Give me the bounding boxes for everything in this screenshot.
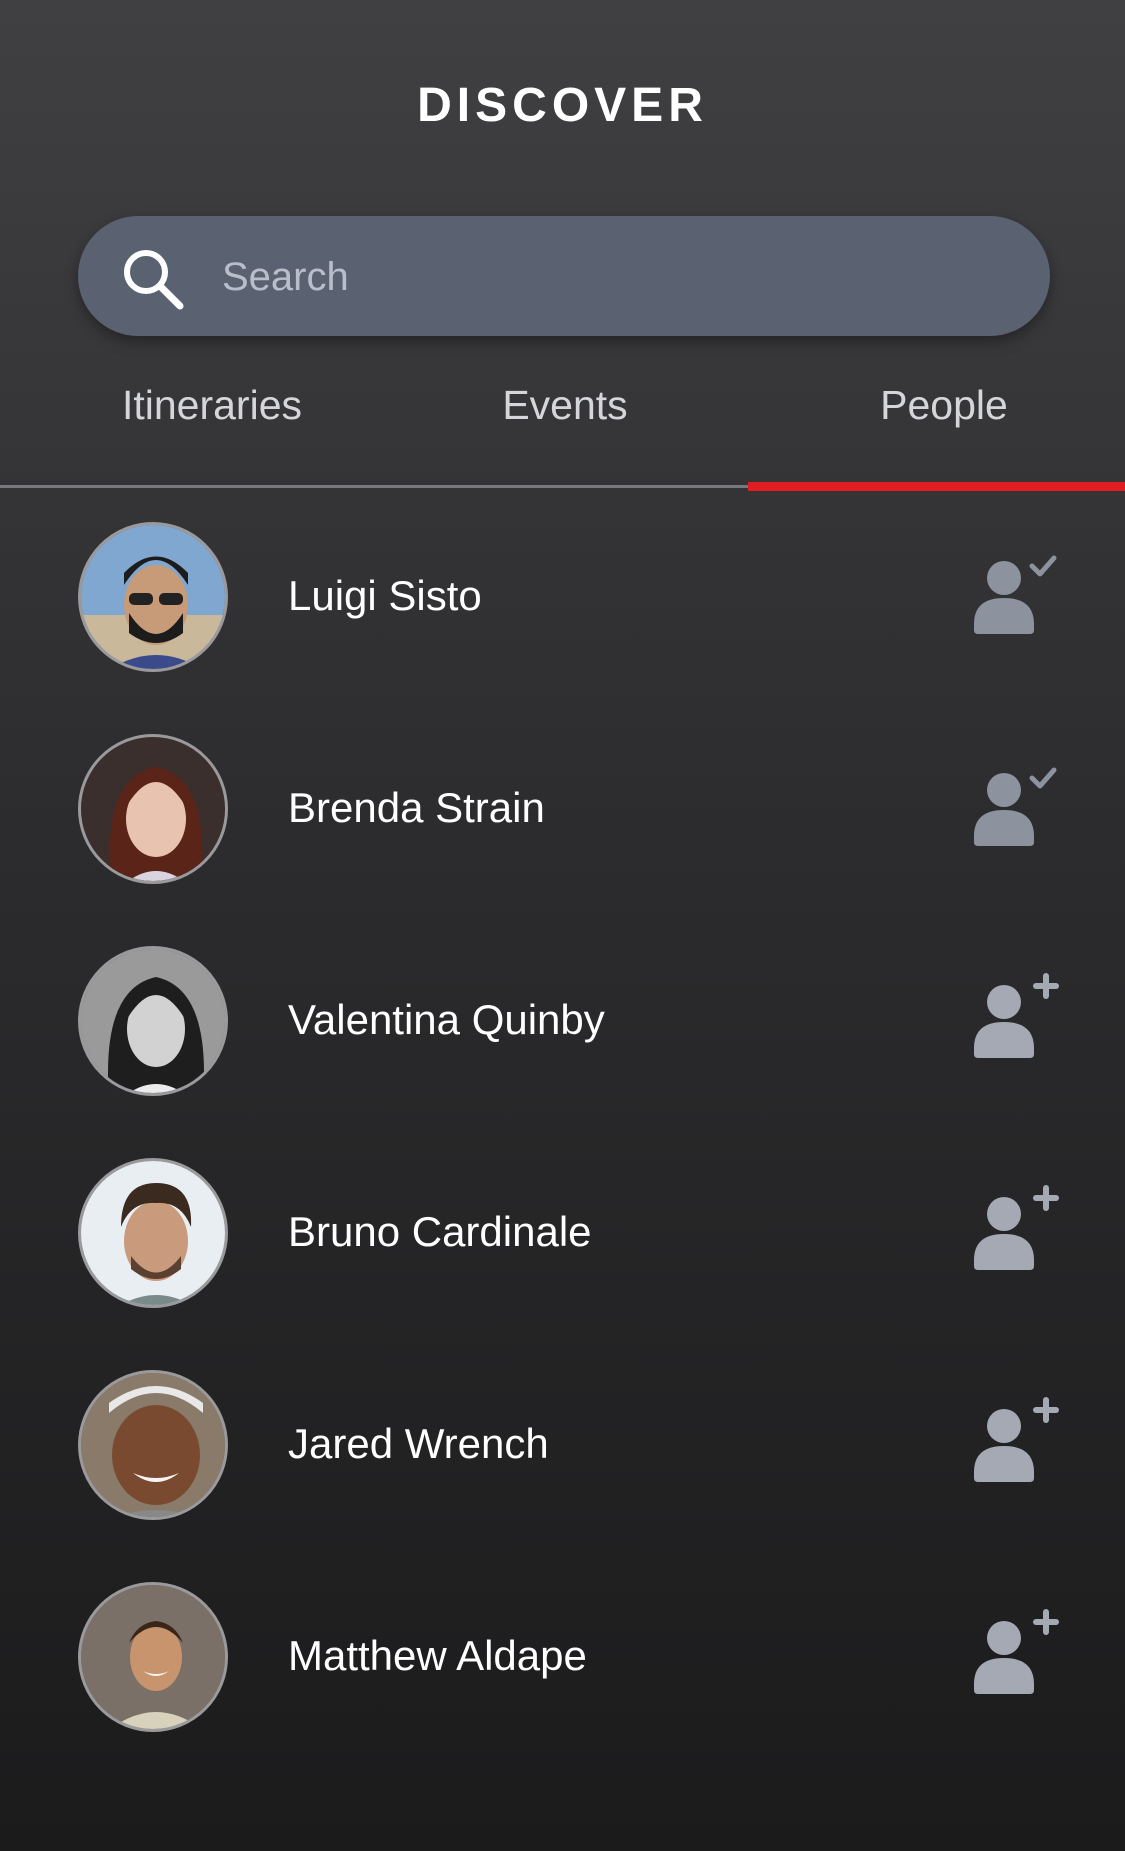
user-check-icon[interactable] bbox=[962, 756, 1062, 856]
person-name: Brenda Strain bbox=[288, 784, 545, 831]
user-add-icon[interactable] bbox=[962, 1180, 1062, 1280]
tab-people[interactable]: People bbox=[794, 382, 1094, 429]
person-row[interactable]: Brenda Strain bbox=[0, 722, 1125, 934]
avatar bbox=[78, 946, 228, 1096]
search-input[interactable] bbox=[220, 236, 1004, 318]
avatar bbox=[78, 1370, 228, 1520]
tab-itineraries[interactable]: Itineraries bbox=[62, 382, 362, 429]
user-add-icon[interactable] bbox=[962, 1392, 1062, 1492]
person-row[interactable]: Bruno Cardinale bbox=[0, 1146, 1125, 1358]
person-name: Matthew Aldape bbox=[288, 1632, 587, 1679]
tab-events[interactable]: Events bbox=[415, 382, 715, 429]
person-name: Bruno Cardinale bbox=[288, 1208, 592, 1255]
person-row[interactable]: Valentina Quinby bbox=[0, 934, 1125, 1146]
person-name: Luigi Sisto bbox=[288, 572, 482, 619]
avatar bbox=[78, 1582, 228, 1732]
person-row[interactable]: Jared Wrench bbox=[0, 1358, 1125, 1570]
search-bar[interactable] bbox=[78, 216, 1050, 336]
user-add-icon[interactable] bbox=[962, 1604, 1062, 1704]
person-row[interactable]: Luigi Sisto bbox=[0, 510, 1125, 722]
user-check-icon[interactable] bbox=[962, 544, 1062, 644]
search-icon bbox=[124, 250, 184, 310]
user-add-icon[interactable] bbox=[962, 968, 1062, 1068]
avatar bbox=[78, 522, 228, 672]
person-row[interactable]: Matthew Aldape bbox=[0, 1570, 1125, 1782]
active-tab-indicator bbox=[748, 482, 1125, 491]
tab-bar: Itineraries Events People bbox=[0, 372, 1125, 490]
person-name: Valentina Quinby bbox=[288, 996, 605, 1043]
person-name: Jared Wrench bbox=[288, 1420, 549, 1467]
avatar bbox=[78, 1158, 228, 1308]
page-title: DISCOVER bbox=[417, 79, 708, 132]
avatar bbox=[78, 734, 228, 884]
